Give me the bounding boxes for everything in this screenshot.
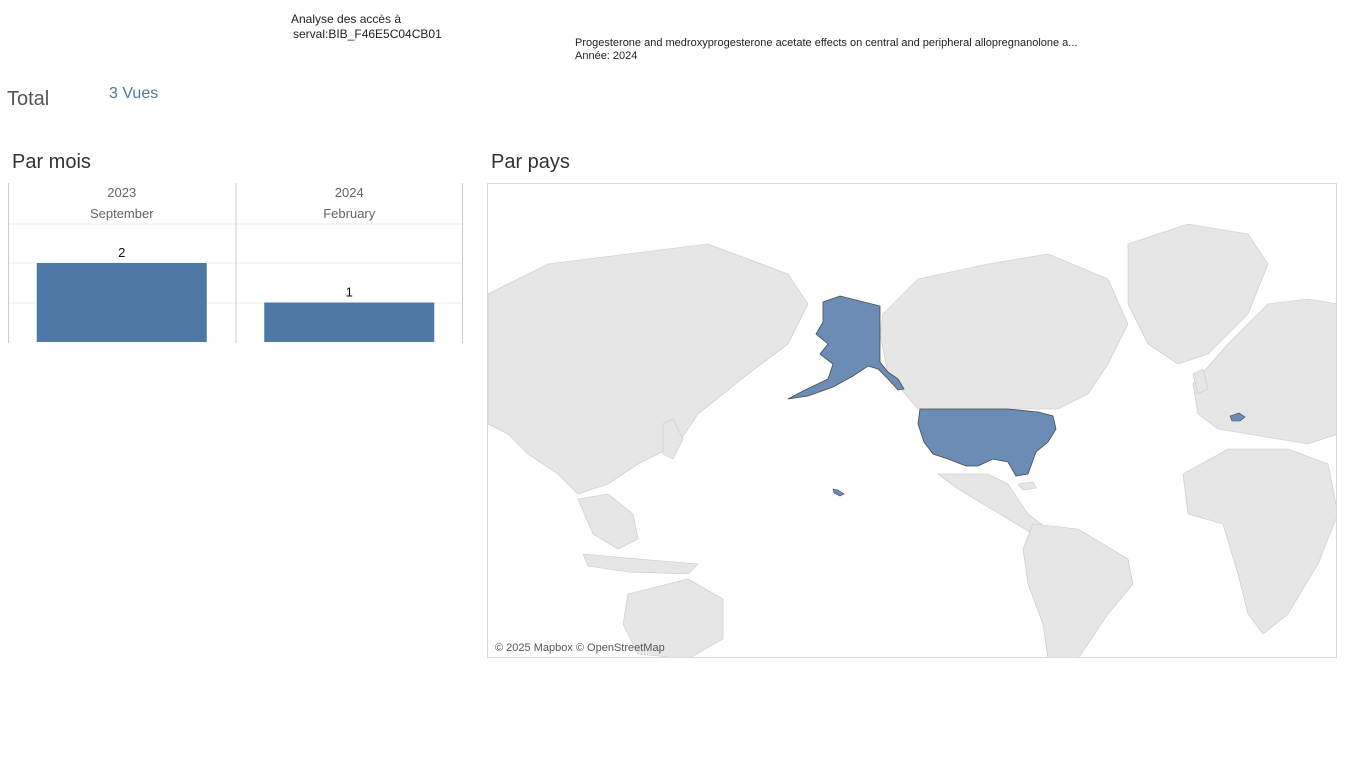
year-header: 2024 xyxy=(335,185,364,200)
article-info: Progesterone and medroxyprogesterone ace… xyxy=(575,37,1077,63)
month-header: September xyxy=(90,206,154,221)
year-header: 2023 xyxy=(107,185,136,200)
page-title: Analyse des accès à serval:BIB_F46E5C04C… xyxy=(291,12,442,42)
bar-value-label: 2 xyxy=(118,245,125,260)
total-label: Total xyxy=(7,88,50,110)
month-bar-chart: 2023 September 2 2024 February 1 xyxy=(8,183,463,343)
month-header: February xyxy=(323,206,376,221)
article-title: Progesterone and medroxyprogesterone ace… xyxy=(575,37,1078,49)
title-line-1: Analyse des accès à xyxy=(291,12,402,26)
section-title-by-country: Par pays xyxy=(491,151,570,173)
bar-value-label: 1 xyxy=(346,285,353,300)
article-year: Année: 2024 xyxy=(575,50,638,62)
title-line-2: serval:BIB_F46E5C04CB01 xyxy=(293,27,442,41)
total-views-link[interactable]: 3 Vues xyxy=(109,85,158,103)
country-map[interactable] xyxy=(487,183,1337,658)
bar xyxy=(36,263,207,342)
bar xyxy=(264,302,435,342)
section-title-by-month: Par mois xyxy=(12,151,91,173)
map-attribution: © 2025 Mapbox © OpenStreetMap xyxy=(495,642,665,654)
